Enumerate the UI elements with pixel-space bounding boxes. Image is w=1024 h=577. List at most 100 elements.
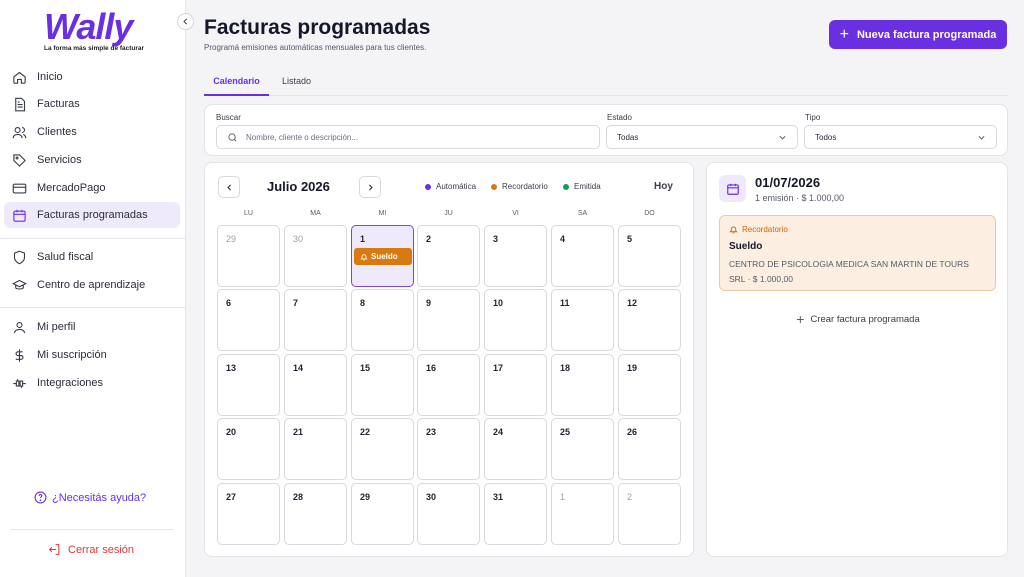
sidebar-item-salud-fiscal[interactable]: Salud fiscal bbox=[4, 244, 180, 270]
calendar-day[interactable]: 11 bbox=[551, 289, 614, 351]
help-link[interactable]: ¿Necesitás ayuda? bbox=[34, 491, 146, 504]
scheduled-invoice-card[interactable]: Recordatorio Sueldo CENTRO DE PSICOLOGIA… bbox=[719, 215, 996, 291]
sidebar-item-servicios[interactable]: Servicios bbox=[4, 147, 180, 173]
calendar-day[interactable]: 26 bbox=[618, 418, 681, 480]
sidebar-divider bbox=[10, 529, 174, 530]
create-scheduled-invoice-link[interactable]: + Crear factura programada bbox=[707, 311, 1009, 327]
calendar-day[interactable]: 30 bbox=[284, 225, 347, 287]
legend-label: Recordatorio bbox=[502, 182, 548, 191]
collapse-sidebar-button[interactable] bbox=[177, 13, 194, 30]
calendar-event[interactable]: Sueldo bbox=[354, 248, 412, 265]
calendar-day[interactable]: 5 bbox=[618, 225, 681, 287]
tab-listado[interactable]: Listado bbox=[282, 76, 311, 96]
chevron-left-icon bbox=[181, 17, 190, 26]
weekday-label: MA bbox=[310, 210, 321, 217]
calendar-day[interactable]: 31 bbox=[484, 483, 547, 545]
day-number: 9 bbox=[426, 298, 432, 308]
calendar-day[interactable]: 8 bbox=[351, 289, 414, 351]
sidebar-item-facturas[interactable]: Facturas bbox=[4, 91, 180, 117]
calendar-day[interactable]: 12 bbox=[618, 289, 681, 351]
day-number: 18 bbox=[560, 363, 571, 373]
calendar-day[interactable]: 22 bbox=[351, 418, 414, 480]
calendar-day[interactable]: 13 bbox=[217, 354, 280, 416]
filters-panel: Buscar Nombre, cliente o descripción... … bbox=[204, 104, 1008, 156]
sidebar-item-mercadopago[interactable]: MercadoPago bbox=[4, 175, 180, 201]
day-number: 1 bbox=[560, 492, 566, 502]
calendar-day[interactable]: 14 bbox=[284, 354, 347, 416]
calendar-day[interactable]: 29 bbox=[351, 483, 414, 545]
calendar-day[interactable]: 20 bbox=[217, 418, 280, 480]
calendar-day[interactable]: 16 bbox=[417, 354, 480, 416]
day-number: 19 bbox=[627, 363, 638, 373]
sidebar-item-label: Clientes bbox=[37, 126, 77, 138]
sidebar-item-label: Integraciones bbox=[37, 377, 104, 389]
day-number: 2 bbox=[426, 234, 432, 244]
day-number: 11 bbox=[560, 298, 570, 308]
sidebar-item-clientes[interactable]: Clientes bbox=[4, 119, 180, 145]
logo[interactable]: Wally La forma más simple de facturar bbox=[44, 9, 144, 53]
sidebar: Wally La forma más simple de facturar In… bbox=[0, 0, 186, 577]
calendar-day[interactable]: 30 bbox=[417, 483, 480, 545]
calendar-day[interactable]: 7 bbox=[284, 289, 347, 351]
calendar-day[interactable]: 15 bbox=[351, 354, 414, 416]
calendar-day[interactable]: 25 bbox=[551, 418, 614, 480]
calendar-panel: Julio 2026 Automática Recordatorio Emiti… bbox=[204, 162, 694, 557]
next-month-button[interactable] bbox=[359, 176, 381, 198]
calendar-day[interactable]: 2 bbox=[417, 225, 480, 287]
calendar-day[interactable]: 23 bbox=[417, 418, 480, 480]
search-input[interactable]: Nombre, cliente o descripción... bbox=[216, 125, 600, 149]
calendar-day[interactable]: 3 bbox=[484, 225, 547, 287]
calendar-day[interactable]: 27 bbox=[217, 483, 280, 545]
calendar-day[interactable]: 29 bbox=[217, 225, 280, 287]
day-number: 5 bbox=[627, 234, 633, 244]
page-subtitle: Programá emisiones automáticas mensuales… bbox=[204, 43, 427, 52]
new-scheduled-invoice-button[interactable]: + Nueva factura programada bbox=[829, 20, 1007, 49]
tab-calendario[interactable]: Calendario bbox=[204, 76, 269, 96]
detail-date: 01/07/2026 bbox=[755, 175, 821, 190]
tipo-select[interactable]: Todos bbox=[804, 125, 997, 149]
sidebar-item-facturas-programadas[interactable]: Facturas programadas bbox=[4, 202, 180, 228]
estado-select[interactable]: Todas bbox=[606, 125, 798, 149]
tipo-value: Todos bbox=[815, 132, 837, 142]
card-type: Recordatorio bbox=[729, 225, 788, 234]
calendar-day[interactable]: 1 bbox=[551, 483, 614, 545]
sidebar-item-label: Centro de aprendizaje bbox=[37, 279, 146, 291]
day-number: 8 bbox=[360, 298, 366, 308]
sidebar-item-inicio[interactable]: Inicio bbox=[4, 64, 180, 90]
sidebar-item-centro-aprendizaje[interactable]: Centro de aprendizaje bbox=[4, 272, 180, 298]
calendar-day[interactable]: 18 bbox=[551, 354, 614, 416]
calendar-day-selected[interactable]: 1 Sueldo bbox=[351, 225, 414, 287]
bell-icon bbox=[729, 225, 738, 234]
calendar-day[interactable]: 6 bbox=[217, 289, 280, 351]
calendar-day[interactable]: 10 bbox=[484, 289, 547, 351]
sidebar-item-label: Inicio bbox=[37, 71, 63, 83]
sidebar-item-label: Servicios bbox=[37, 154, 82, 166]
calendar-day[interactable]: 21 bbox=[284, 418, 347, 480]
sidebar-item-label: Mi suscripción bbox=[37, 349, 107, 361]
calendar-day[interactable]: 19 bbox=[618, 354, 681, 416]
calendar-day[interactable]: 9 bbox=[417, 289, 480, 351]
month-title: Julio 2026 bbox=[267, 179, 330, 194]
sidebar-item-mi-suscripcion[interactable]: Mi suscripción bbox=[4, 342, 180, 368]
calendar-day[interactable]: 17 bbox=[484, 354, 547, 416]
logout-button[interactable]: Cerrar sesión bbox=[48, 543, 134, 556]
calendar-day[interactable]: 24 bbox=[484, 418, 547, 480]
day-number: 10 bbox=[493, 298, 504, 308]
prev-month-button[interactable] bbox=[218, 176, 240, 198]
day-number: 6 bbox=[226, 298, 232, 308]
sidebar-item-label: Mi perfil bbox=[37, 321, 76, 333]
legend-dot bbox=[563, 183, 569, 190]
graduation-cap-icon bbox=[11, 277, 27, 293]
calendar-day[interactable]: 28 bbox=[284, 483, 347, 545]
day-number: 25 bbox=[560, 427, 571, 437]
today-button[interactable]: Hoy bbox=[654, 181, 673, 192]
new-button-label: Nueva factura programada bbox=[856, 28, 997, 41]
card-type-label: Recordatorio bbox=[742, 225, 788, 234]
plus-icon: + bbox=[839, 25, 849, 43]
shield-icon bbox=[11, 249, 27, 265]
sidebar-item-integraciones[interactable]: Integraciones bbox=[4, 370, 180, 396]
calendar-day[interactable]: 2 bbox=[618, 483, 681, 545]
day-number: 27 bbox=[226, 492, 237, 502]
calendar-day[interactable]: 4 bbox=[551, 225, 614, 287]
sidebar-item-mi-perfil[interactable]: Mi perfil bbox=[4, 314, 180, 340]
